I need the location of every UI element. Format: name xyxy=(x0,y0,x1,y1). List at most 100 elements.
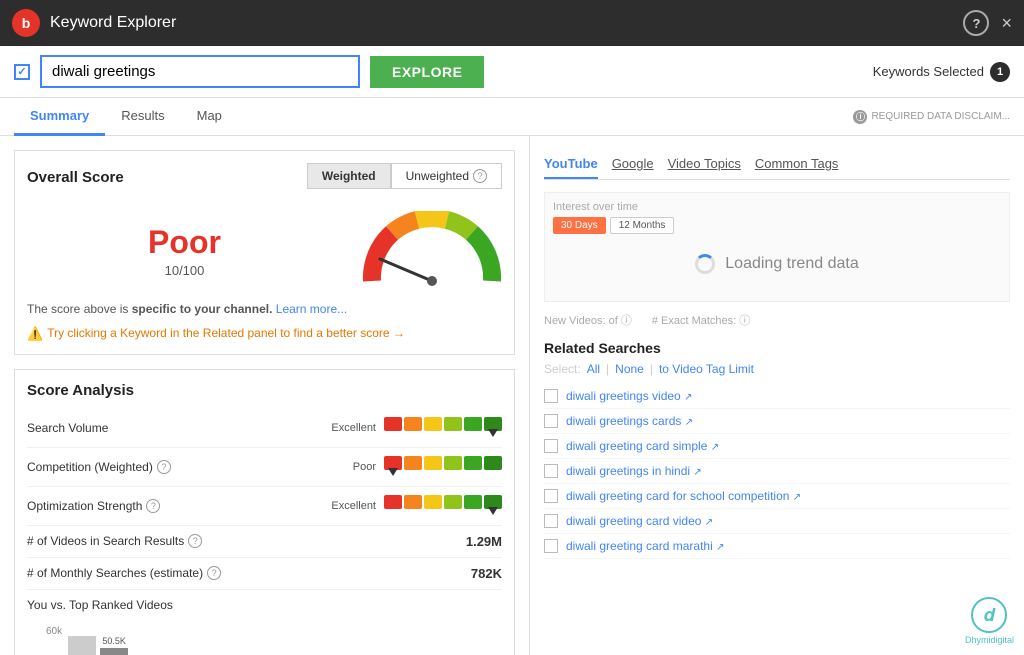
score-number: 10/100 xyxy=(27,263,342,278)
analysis-row-videos: # of Videos in Search Results ? 1.29M xyxy=(27,526,502,558)
related-checkbox-0[interactable] xyxy=(544,389,558,403)
bar-optimization xyxy=(384,495,502,517)
tabs-bar: Summary Results Map ⓘ REQUIRED DATA DISC… xyxy=(0,98,1024,136)
related-checkbox-4[interactable] xyxy=(544,489,558,503)
bar-seg-yellow-c xyxy=(424,456,442,470)
header: b Keyword Explorer ? × xyxy=(0,0,1024,46)
related-checkbox-2[interactable] xyxy=(544,439,558,453)
analysis-row-monthly: # of Monthly Searches (estimate) ? 782K xyxy=(27,558,502,590)
unweighted-info-icon[interactable]: ? xyxy=(473,169,487,183)
external-icon-0: ↗ xyxy=(684,392,692,403)
left-panel: Overall Score Weighted Unweighted ? Poor… xyxy=(0,136,530,655)
related-item: diwali greeting card marathi ↗ xyxy=(544,534,1010,559)
watermark: 𝒅 Dhymidigital xyxy=(965,597,1014,645)
tab-map[interactable]: Map xyxy=(181,98,238,136)
loading-trend: Loading trend data xyxy=(553,234,1001,293)
tab-results[interactable]: Results xyxy=(105,98,180,136)
yt-tab-common-tags[interactable]: Common Tags xyxy=(755,150,839,179)
bar-pointer-c xyxy=(388,468,398,476)
trend-buttons: 30 Days 12 Months xyxy=(553,217,1001,234)
help-button[interactable]: ? xyxy=(963,10,989,36)
related-checkbox-6[interactable] xyxy=(544,539,558,553)
analysis-row-search-volume: Search Volume Excellent xyxy=(27,409,502,448)
main-content: Overall Score Weighted Unweighted ? Poor… xyxy=(0,136,1024,655)
learn-more-link[interactable]: Learn more... xyxy=(276,302,347,316)
external-icon-5: ↗ xyxy=(705,517,713,528)
monthly-info-icon[interactable]: ? xyxy=(207,566,221,580)
unweighted-tab[interactable]: Unweighted ? xyxy=(391,163,502,189)
close-button[interactable]: × xyxy=(1001,14,1012,32)
analysis-value-monthly: 782K xyxy=(442,566,502,581)
trend-label: Interest over time xyxy=(553,201,1001,213)
analysis-rating-search-volume: Excellent xyxy=(316,422,376,434)
gauge-chart xyxy=(362,211,502,291)
related-item: diwali greetings cards ↗ xyxy=(544,409,1010,434)
weighted-tab[interactable]: Weighted xyxy=(307,163,391,189)
analysis-label-optimization: Optimization Strength ? xyxy=(27,499,308,513)
related-searches-title: Related Searches xyxy=(544,340,1010,356)
analysis-row-competition: Competition (Weighted) ? Poor xyxy=(27,448,502,487)
explore-button[interactable]: EXPLORE xyxy=(370,56,484,88)
chart-bar-2: 50.5K xyxy=(100,636,128,655)
related-select-all[interactable]: All xyxy=(587,362,600,376)
watermark-text: Dhymidigital xyxy=(965,635,1014,645)
related-link-3[interactable]: diwali greetings in hindi ↗ xyxy=(566,464,702,478)
score-label: Poor xyxy=(27,224,342,261)
right-panel: YouTube Google Video Topics Common Tags … xyxy=(530,136,1024,655)
chart-bar-2-label: 50.5K xyxy=(102,636,126,646)
chart-y-axis: 60k xyxy=(46,626,62,655)
trend-btn-30days[interactable]: 30 Days xyxy=(553,217,606,234)
yt-tab-google[interactable]: Google xyxy=(612,150,654,179)
bar-seg-lightgreen-o xyxy=(444,495,462,509)
related-select-none[interactable]: None xyxy=(615,362,644,376)
optimization-info-icon[interactable]: ? xyxy=(146,499,160,513)
bar-seg-red xyxy=(384,417,402,431)
related-searches: Related Searches Select: All | None | to… xyxy=(544,340,1010,559)
disclaimer: ⓘ REQUIRED DATA DISCLAIM... xyxy=(853,110,1010,124)
yt-tabs: YouTube Google Video Topics Common Tags xyxy=(544,150,1010,180)
score-tabs: Weighted Unweighted ? xyxy=(307,163,502,189)
loading-spinner xyxy=(695,254,715,274)
bar-competition xyxy=(384,456,502,478)
related-link-0[interactable]: diwali greetings video ↗ xyxy=(566,389,692,403)
analysis-label-search-volume: Search Volume xyxy=(27,421,308,435)
bar-seg-green-o xyxy=(464,495,482,509)
external-icon-2: ↗ xyxy=(711,442,719,453)
related-link-4[interactable]: diwali greeting card for school competit… xyxy=(566,489,801,503)
related-item: diwali greetings in hindi ↗ xyxy=(544,459,1010,484)
bar-seg-lightgreen-c xyxy=(444,456,462,470)
keywords-selected-badge: 1 xyxy=(990,62,1010,82)
score-warning: ⚠️ Try clicking a Keyword in the Related… xyxy=(27,326,502,342)
app-logo: b xyxy=(12,9,40,37)
related-checkbox-5[interactable] xyxy=(544,514,558,528)
analysis-label-vs-top: You vs. Top Ranked Videos xyxy=(27,598,173,612)
bar-seg-green-c xyxy=(464,456,482,470)
related-link-6[interactable]: diwali greeting card marathi ↗ xyxy=(566,539,724,553)
related-link-1[interactable]: diwali greetings cards ↗ xyxy=(566,414,693,428)
related-link-5[interactable]: diwali greeting card video ↗ xyxy=(566,514,713,528)
videos-info-icon[interactable]: ? xyxy=(188,534,202,548)
analysis-rating-competition: Poor xyxy=(316,461,376,473)
score-note: The score above is specific to your chan… xyxy=(27,301,502,318)
yt-tab-video-topics[interactable]: Video Topics xyxy=(668,150,741,179)
search-input[interactable] xyxy=(40,55,360,88)
related-checkbox-1[interactable] xyxy=(544,414,558,428)
external-icon-3: ↗ xyxy=(693,467,701,478)
tab-summary[interactable]: Summary xyxy=(14,98,105,136)
yt-tab-youtube[interactable]: YouTube xyxy=(544,150,598,179)
bar-seg-green xyxy=(464,417,482,431)
related-item: diwali greeting card video ↗ xyxy=(544,509,1010,534)
related-select-video-tag-limit[interactable]: to Video Tag Limit xyxy=(659,362,754,376)
watermark-logo: 𝒅 xyxy=(971,597,1007,633)
related-item: diwali greeting card simple ↗ xyxy=(544,434,1010,459)
trend-area: Interest over time 30 Days 12 Months Loa… xyxy=(544,192,1010,302)
competition-info-icon[interactable]: ? xyxy=(157,460,171,474)
score-analysis-title: Score Analysis xyxy=(27,382,502,399)
related-link-2[interactable]: diwali greeting card simple ↗ xyxy=(566,439,719,453)
search-checkbox[interactable] xyxy=(14,64,30,80)
bar-seg-orange xyxy=(404,417,422,431)
trend-btn-12months[interactable]: 12 Months xyxy=(610,217,675,234)
related-checkbox-3[interactable] xyxy=(544,464,558,478)
chart-bar-1 xyxy=(68,636,96,655)
external-icon-6: ↗ xyxy=(716,542,724,553)
